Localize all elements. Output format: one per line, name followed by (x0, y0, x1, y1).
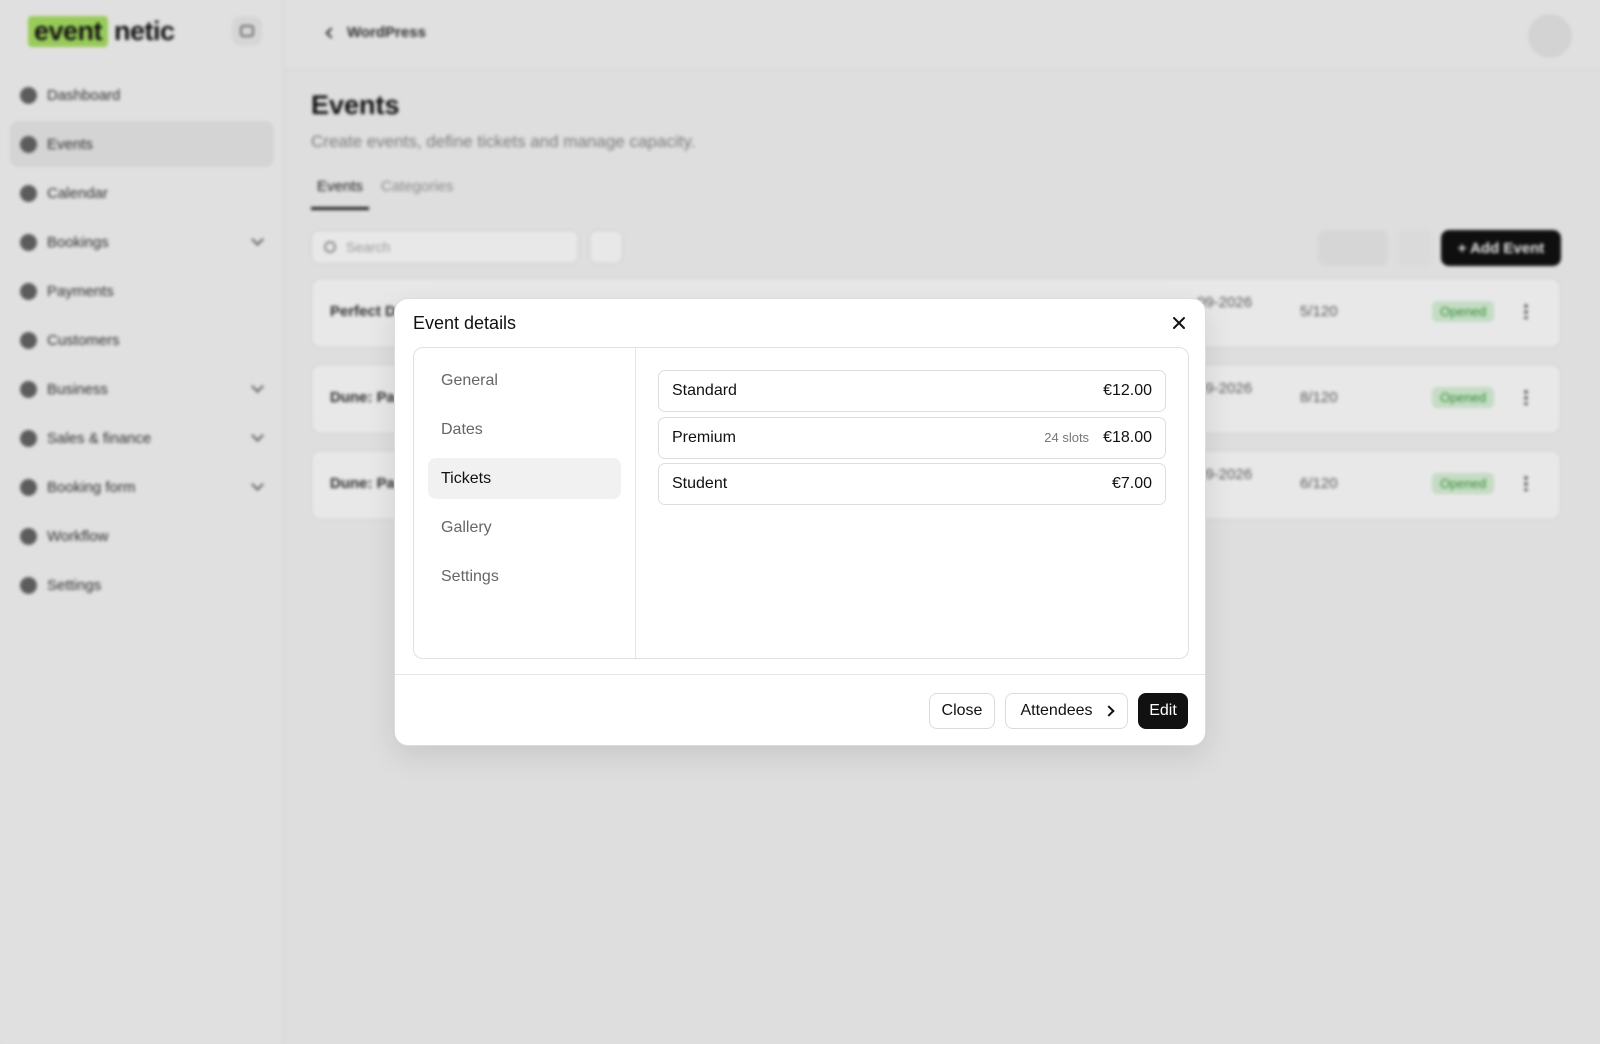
tab-settings[interactable]: Settings (428, 556, 621, 597)
tab-general[interactable]: General (428, 360, 621, 401)
chevron-right-icon (1102, 705, 1115, 717)
tab-dates[interactable]: Dates (428, 409, 621, 450)
edit-button[interactable]: Edit (1138, 693, 1188, 729)
ticket-name: Premium (672, 428, 737, 446)
ticket-row[interactable]: Premium 24 slots €18.00 (658, 416, 1166, 459)
modal-title: Event details (413, 313, 517, 333)
modal-footer: Close Attendees Edit (395, 674, 1205, 745)
ticket-price: €18.00 (1103, 428, 1152, 446)
ticket-price: €12.00 (1103, 382, 1152, 399)
tab-gallery[interactable]: Gallery (428, 507, 621, 548)
close-button[interactable]: Close (929, 693, 995, 729)
ticket-name: Standard (672, 382, 737, 399)
modal-close-button[interactable] (1167, 311, 1191, 335)
attendees-button[interactable]: Attendees (1005, 693, 1128, 729)
close-icon (1173, 317, 1185, 329)
event-details-modal: Event details General Dates Tickets Gallery… (394, 298, 1206, 746)
modal-body: General Dates Tickets Gallery Settings Stand… (413, 347, 1189, 659)
ticket-list: Standard €12.00 Premium 24 slots €18.00 Stude… (658, 370, 1166, 510)
tab-tickets[interactable]: Tickets (428, 458, 621, 499)
ticket-row[interactable]: Student €7.00 (658, 463, 1166, 505)
modal-tab-nav: General Dates Tickets Gallery Settings (414, 348, 636, 658)
ticket-slots: 24 slots (1044, 430, 1090, 445)
attendees-label: Attendees (1020, 702, 1093, 719)
ticket-name: Student (672, 475, 728, 492)
ticket-row[interactable]: Standard €12.00 (658, 370, 1166, 412)
ticket-price: €7.00 (1111, 475, 1152, 492)
